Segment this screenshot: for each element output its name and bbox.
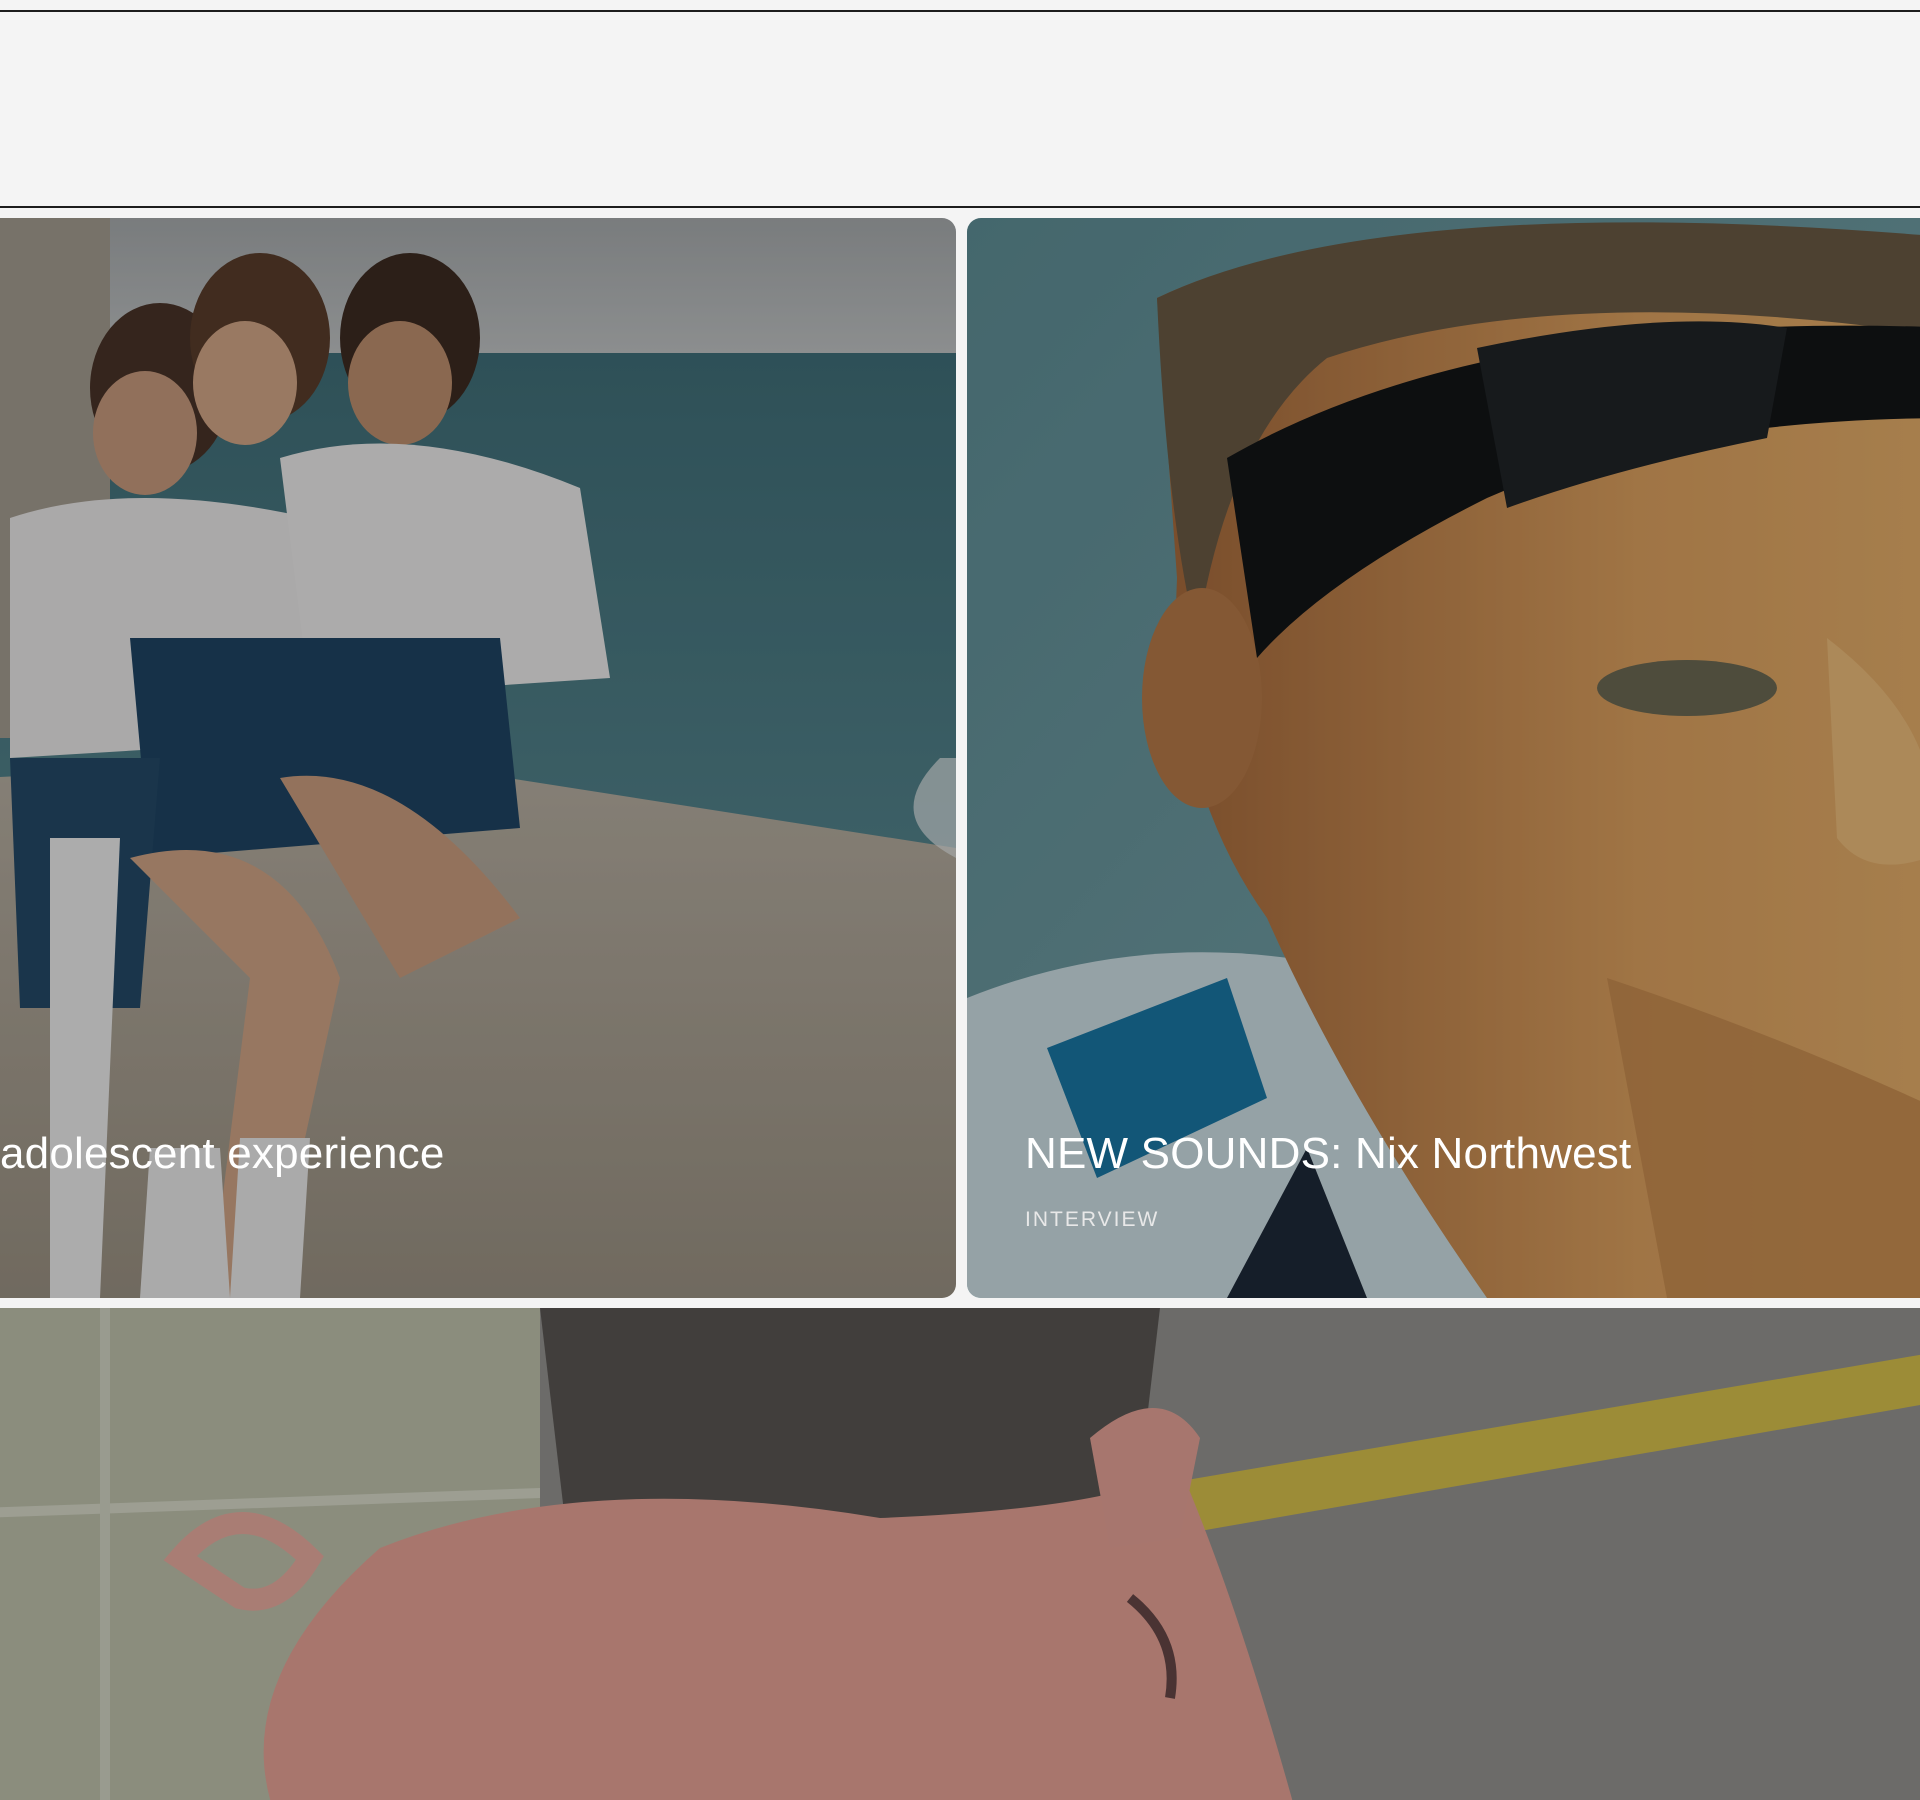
image-overlay: [0, 1308, 1920, 1800]
article-category-tag[interactable]: INTERVIEW: [1025, 1208, 1159, 1232]
header-divider: [0, 206, 1920, 208]
header-band: [0, 12, 1920, 206]
article-card-left[interactable]: adolescent experience: [0, 218, 956, 1298]
article-card-right[interactable]: NEW SOUNDS: Nix Northwest INTERVIEW: [967, 218, 1920, 1298]
article-card-bottom[interactable]: [0, 1308, 1920, 1800]
article-title[interactable]: NEW SOUNDS: Nix Northwest: [1025, 1129, 1631, 1178]
page: adolescent experience NEW SOUNDS: Nix No…: [0, 0, 1920, 1800]
article-title[interactable]: adolescent experience: [0, 1129, 445, 1178]
